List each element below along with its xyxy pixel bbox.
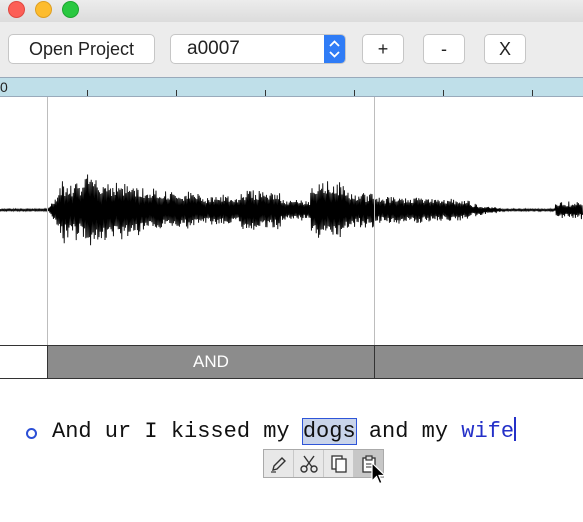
- ruler-tick: [354, 90, 355, 96]
- segment-and[interactable]: AND: [47, 346, 374, 378]
- project-select[interactable]: a0007: [170, 34, 346, 64]
- segment-track: AND: [0, 345, 583, 379]
- segment-boundary-marker[interactable]: [374, 97, 375, 345]
- selected-word[interactable]: dogs: [301, 418, 357, 445]
- transcript-line[interactable]: And ur I kissed my dogs and my wife: [52, 417, 517, 445]
- highlighted-word[interactable]: wife: [461, 419, 514, 444]
- transcript-text-before: And ur I kissed my: [52, 419, 303, 444]
- open-project-button[interactable]: Open Project: [8, 34, 155, 64]
- ruler-tick: [265, 90, 266, 96]
- waveform: [0, 174, 583, 246]
- pencil-icon[interactable]: [264, 450, 294, 477]
- mouse-cursor-icon: [371, 462, 387, 485]
- scissors-icon[interactable]: [294, 450, 324, 477]
- ruler-tick: [443, 90, 444, 96]
- toolbar: Open Project a0007 + - X: [0, 22, 583, 76]
- transcript-text-middle: and my: [355, 419, 462, 444]
- project-select-value: a0007: [187, 38, 240, 59]
- select-stepper-icon[interactable]: [324, 35, 345, 63]
- window-titlebar: [0, 0, 583, 22]
- ruler-tick: [87, 90, 88, 96]
- ruler-start-label: 0: [0, 79, 8, 95]
- ruler-tick: [532, 90, 533, 96]
- word-edit-popup: [263, 449, 384, 478]
- segment-boundary-marker[interactable]: [47, 97, 48, 345]
- waveform-path: [0, 174, 583, 246]
- segment-next[interactable]: [374, 346, 583, 378]
- copy-icon[interactable]: [324, 450, 354, 477]
- waveform-panel[interactable]: [0, 97, 583, 345]
- remove-button[interactable]: -: [423, 34, 465, 64]
- zoom-window-button[interactable]: [62, 1, 79, 18]
- minimize-window-button[interactable]: [35, 1, 52, 18]
- close-window-button[interactable]: [8, 1, 25, 18]
- text-caret: [514, 417, 517, 441]
- add-button[interactable]: +: [362, 34, 404, 64]
- bullet-icon: [26, 428, 37, 439]
- close-project-button[interactable]: X: [484, 34, 526, 64]
- time-ruler[interactable]: 0: [0, 77, 583, 97]
- ruler-tick: [176, 90, 177, 96]
